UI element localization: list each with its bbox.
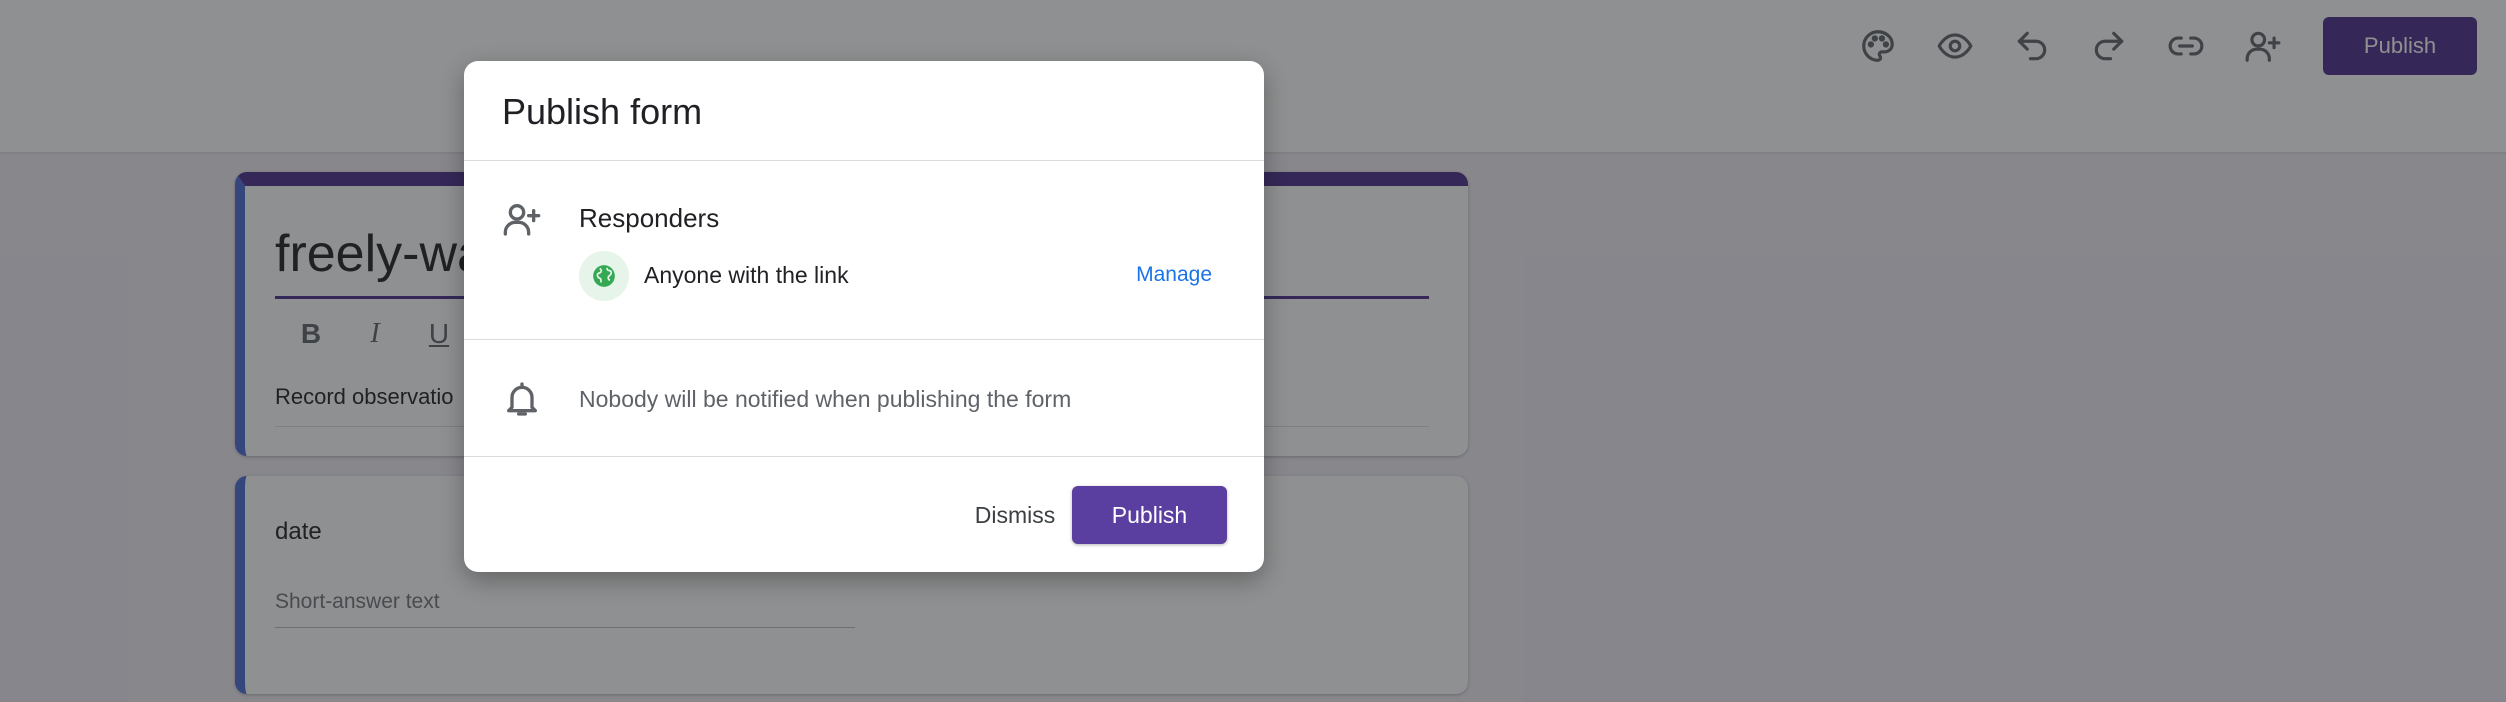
divider — [464, 339, 1264, 340]
dialog-title: Publish form — [502, 91, 703, 132]
responders-icon — [502, 199, 542, 239]
globe-icon — [579, 251, 629, 301]
dismiss-button[interactable]: Dismiss — [945, 487, 1085, 543]
divider — [464, 456, 1264, 457]
publish-button[interactable]: Publish — [1072, 486, 1227, 544]
responders-heading: Responders — [579, 203, 720, 233]
bell-icon — [502, 379, 542, 419]
divider — [464, 160, 1264, 161]
publish-form-dialog: Publish form Responders Anyone with the … — [464, 61, 1264, 572]
responders-value: Anyone with the link — [644, 262, 849, 288]
notification-text: Nobody will be notified when publishing … — [579, 386, 1072, 412]
manage-link[interactable]: Manage — [1136, 263, 1212, 287]
